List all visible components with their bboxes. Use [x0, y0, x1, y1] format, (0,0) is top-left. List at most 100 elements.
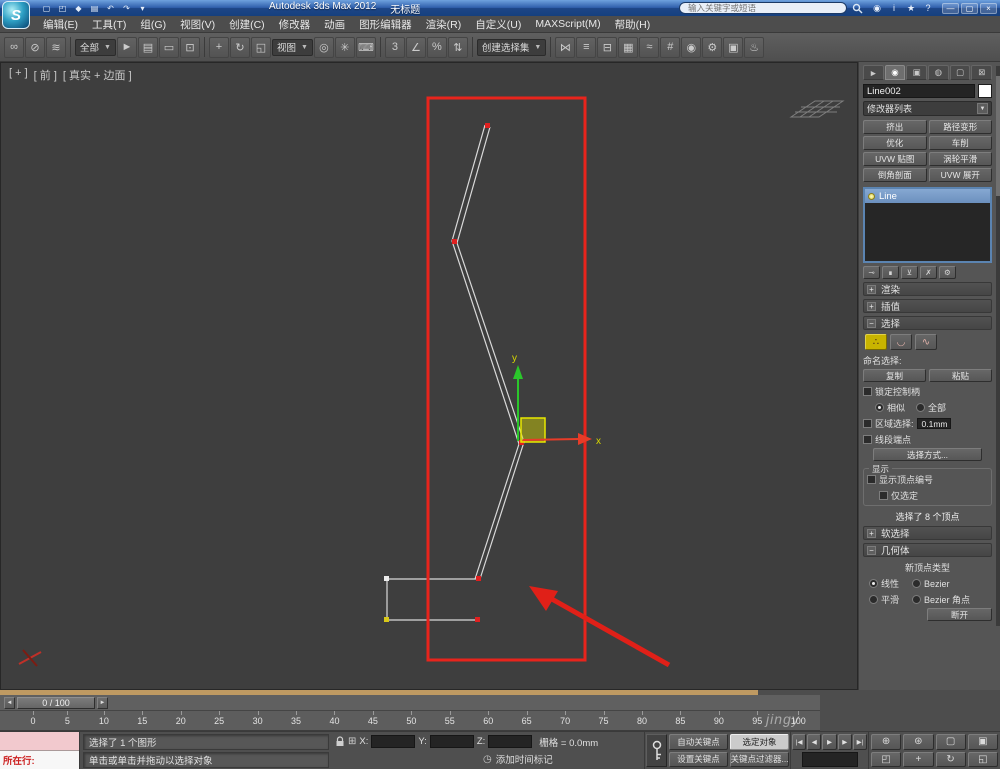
mod-btn[interactable]: UVW 展开 [928, 168, 992, 182]
angle-snap-toggle-icon[interactable]: ∠ [405, 36, 426, 58]
rollout-render[interactable]: + 渲染 [863, 282, 992, 296]
mod-btn[interactable]: 路径变形 [928, 120, 992, 134]
viewport-front[interactable]: [ + ] [ 前 ] [ 真实 + 边面 ] y x [0, 62, 858, 690]
undo-icon[interactable]: ↶ [104, 2, 117, 14]
tab-display[interactable]: ▢ [949, 65, 971, 80]
mod-btn[interactable]: 车削 [928, 136, 992, 150]
segment-mode-icon[interactable]: ◡ [890, 334, 912, 350]
play-icon[interactable]: ▶ [822, 734, 837, 750]
expand-icon[interactable]: + [867, 528, 876, 538]
open-file-icon[interactable]: ◰ [56, 2, 69, 14]
object-color-swatch[interactable] [978, 84, 992, 98]
go-to-start-icon[interactable]: |◀ [792, 734, 807, 750]
material-editor-icon[interactable]: ◉ [681, 36, 702, 58]
home-grid-icon[interactable] [789, 100, 845, 118]
percent-snap-toggle-icon[interactable]: % [426, 36, 447, 58]
selection-lock-icon[interactable] [335, 736, 345, 747]
schematic-view-icon[interactable]: # [660, 36, 681, 58]
rectangular-selection-region-icon[interactable]: ▭ [158, 36, 179, 58]
graphite-ribbon-icon[interactable]: ▦ [618, 36, 639, 58]
menu-item[interactable]: MAXScript(M) [528, 16, 607, 32]
viewport-menu-general[interactable]: [ + ] [9, 67, 28, 83]
spinner-snap-toggle-icon[interactable]: ⇅ [447, 36, 468, 58]
expand-icon[interactable]: + [867, 301, 876, 311]
show-end-result-icon[interactable]: ∎ [882, 266, 899, 279]
keyboard-shortcut-override-icon[interactable]: ⌨ [355, 36, 376, 58]
segment-end-checkbox[interactable]: 线段端点 [863, 433, 992, 446]
mod-btn[interactable]: UVW 贴图 [863, 152, 927, 166]
zoom-icon[interactable]: ⊕ [871, 734, 902, 750]
rollout-interpolation[interactable]: + 插值 [863, 299, 992, 313]
maxscript-mini-listener[interactable]: 所在行: [0, 732, 80, 769]
favorites-star-icon[interactable]: ★ [905, 3, 917, 14]
zoom-region-icon[interactable]: ◰ [871, 751, 902, 767]
select-and-move-icon[interactable]: + [208, 36, 229, 58]
stack-item-line[interactable]: Line [865, 189, 990, 203]
paste-button[interactable]: 粘贴 [929, 369, 992, 382]
expand-icon[interactable]: + [867, 284, 876, 294]
visibility-bulb-icon[interactable] [868, 192, 875, 200]
selection-filter-dropdown[interactable]: 全部 ▼ [75, 38, 116, 56]
make-unique-icon[interactable]: ⊻ [901, 266, 918, 279]
help-icon[interactable]: ? [922, 3, 934, 14]
x-coordinate-field[interactable] [371, 735, 416, 749]
tab-hierarchy[interactable]: ▣ [906, 65, 928, 80]
orbit-icon[interactable]: ↻ [935, 751, 966, 767]
lock-handles-checkbox[interactable]: 锁定控制柄 [863, 385, 992, 398]
search-input[interactable] [679, 2, 847, 14]
vertex-mode-icon[interactable]: ∴ [865, 334, 887, 350]
collapse-icon[interactable]: − [867, 545, 876, 555]
ruler-ticks[interactable]: 0 5 10 15 20 25 30 35 40 45 50 55 60 65 70 75 80 85 90 95 10… [0, 711, 820, 731]
spline-shape[interactable] [386, 124, 525, 621]
menu-item[interactable]: 创建(C) [222, 15, 272, 34]
previous-frame-icon[interactable]: ◀ [807, 734, 822, 750]
render-setup-icon[interactable]: ⚙ [702, 36, 723, 58]
rollout-selection[interactable]: − 选择 [863, 316, 992, 330]
zoom-extents-icon[interactable]: ▢ [935, 734, 966, 750]
menu-item[interactable]: 动画 [317, 15, 352, 34]
viewport-menu-shading[interactable]: [ 真实 + 边面 ] [63, 67, 132, 83]
transform-gizmo[interactable]: y x [512, 353, 601, 447]
menu-item[interactable]: 组(G) [133, 15, 173, 34]
menu-item[interactable]: 渲染(R) [419, 15, 469, 34]
menu-item[interactable]: 视图(V) [173, 15, 222, 34]
workspace-dropdown-icon[interactable]: ▾ [136, 2, 149, 14]
add-time-tag[interactable]: 添加时间标记 [496, 752, 553, 766]
search-icon[interactable] [852, 3, 863, 14]
object-name-field[interactable]: Line002 [863, 84, 975, 98]
modifier-list-dropdown[interactable]: 修改器列表 ▼ [863, 101, 992, 116]
curve-editor-icon[interactable]: ≈ [639, 36, 660, 58]
mirror-icon[interactable]: ⋈ [555, 36, 576, 58]
render-production-icon[interactable]: ♨ [744, 36, 765, 58]
zoom-all-icon[interactable]: ⊛ [903, 734, 934, 750]
vertex-markers[interactable] [384, 123, 524, 622]
viewport-menu-pov[interactable]: [ 前 ] [34, 67, 57, 83]
next-frame-icon[interactable]: ▶ [837, 734, 852, 750]
select-and-manipulate-icon[interactable]: ✳ [334, 36, 355, 58]
select-by-button[interactable]: 选择方式... [873, 448, 982, 461]
select-and-scale-icon[interactable]: ◱ [250, 36, 271, 58]
copy-button[interactable]: 复制 [863, 369, 926, 382]
vertex-type-bezier-corner-radio[interactable] [912, 595, 922, 604]
rendered-frame-window-icon[interactable]: ▣ [723, 36, 744, 58]
time-slider[interactable]: ◄ 0 / 100 ► [0, 695, 820, 711]
all-radio[interactable] [916, 403, 926, 412]
viewport-canvas[interactable]: y x [1, 63, 859, 691]
menu-item[interactable]: 帮助(H) [608, 15, 658, 34]
pan-icon[interactable]: + [903, 751, 934, 767]
y-coordinate-field[interactable] [429, 735, 474, 749]
macro-recorder-row[interactable] [0, 732, 79, 751]
go-to-end-icon[interactable]: ▶| [852, 734, 868, 750]
spline-mode-icon[interactable]: ∿ [915, 334, 937, 350]
tab-utilities[interactable]: ⊠ [971, 65, 993, 80]
subscription-center-icon[interactable]: ◉ [871, 3, 883, 14]
use-pivot-point-center-icon[interactable]: ◎ [313, 36, 334, 58]
close-icon[interactable]: × [980, 2, 997, 14]
window-crossing-toggle-icon[interactable]: ⊡ [179, 36, 200, 58]
menu-item[interactable]: 图形编辑器 [352, 15, 419, 34]
layer-manager-icon[interactable]: ⊟ [597, 36, 618, 58]
new-scene-icon[interactable]: ▢ [40, 2, 53, 14]
tab-create[interactable]: ► [863, 65, 884, 80]
next-frame-arrow-icon[interactable]: ► [97, 696, 108, 709]
unlink-selection-icon[interactable]: ⊘ [25, 36, 45, 58]
